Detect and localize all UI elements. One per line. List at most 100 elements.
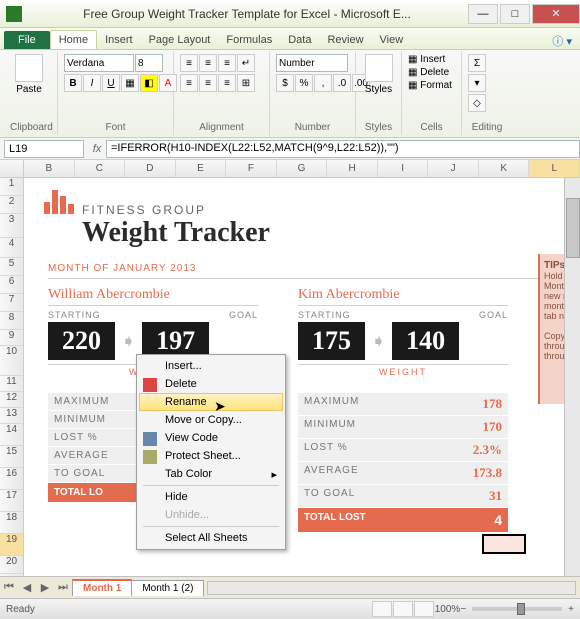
row-header[interactable]: 8 bbox=[0, 312, 23, 330]
row-header[interactable]: 2 bbox=[0, 196, 23, 214]
cells-insert-button[interactable]: ▦ Insert bbox=[408, 54, 445, 65]
border-button[interactable]: ▦ bbox=[121, 74, 139, 92]
sheet-tab[interactable]: Month 1 bbox=[72, 579, 132, 596]
cells-delete-button[interactable]: ▦ Delete bbox=[408, 67, 449, 78]
row-header[interactable]: 9 bbox=[0, 330, 23, 346]
styles-button[interactable]: Styles bbox=[362, 54, 395, 95]
selected-cell[interactable] bbox=[482, 534, 526, 554]
underline-button[interactable]: U bbox=[102, 74, 120, 92]
row-header[interactable]: 12 bbox=[0, 392, 23, 408]
minimize-button[interactable]: — bbox=[468, 4, 498, 24]
zoom-value[interactable]: 100% bbox=[435, 604, 461, 615]
slider-thumb[interactable] bbox=[517, 603, 525, 615]
row-header[interactable]: 15 bbox=[0, 446, 23, 468]
percent-button[interactable]: % bbox=[295, 74, 313, 92]
maximize-button[interactable]: □ bbox=[500, 4, 530, 24]
zoom-out-button[interactable]: − bbox=[460, 604, 466, 615]
row-header[interactable]: 6 bbox=[0, 276, 23, 294]
align-bot-button[interactable]: ≡ bbox=[218, 54, 236, 72]
align-left-button[interactable]: ≡ bbox=[180, 74, 198, 92]
tab-review[interactable]: Review bbox=[319, 31, 371, 49]
page-layout-view-button[interactable] bbox=[393, 601, 413, 617]
row-header[interactable]: 20 bbox=[0, 556, 23, 574]
row-header[interactable]: 4 bbox=[0, 238, 23, 258]
row-header[interactable]: 18 bbox=[0, 512, 23, 534]
inc-decimal-button[interactable]: .0 bbox=[333, 74, 351, 92]
name-box[interactable] bbox=[4, 140, 84, 158]
row-header[interactable]: 5 bbox=[0, 258, 23, 276]
row-header[interactable]: 10 bbox=[0, 346, 23, 376]
zoom-slider[interactable] bbox=[472, 607, 562, 611]
align-right-button[interactable]: ≡ bbox=[218, 74, 236, 92]
col-header[interactable]: J bbox=[428, 160, 479, 177]
comma-button[interactable]: , bbox=[314, 74, 332, 92]
col-header[interactable]: D bbox=[125, 160, 176, 177]
page-break-view-button[interactable] bbox=[414, 601, 434, 617]
tab-nav-next[interactable]: ▶ bbox=[36, 579, 54, 597]
ctx-delete[interactable]: Delete bbox=[139, 375, 283, 393]
wrap-button[interactable]: ↵ bbox=[237, 54, 255, 72]
tab-view[interactable]: View bbox=[372, 31, 412, 49]
ctx-select-all[interactable]: Select All Sheets bbox=[139, 529, 283, 547]
col-header[interactable]: E bbox=[176, 160, 227, 177]
tab-insert[interactable]: Insert bbox=[97, 31, 141, 49]
row-header[interactable]: 3 bbox=[0, 214, 23, 238]
fx-icon[interactable]: fx bbox=[88, 143, 106, 155]
currency-button[interactable]: $ bbox=[276, 74, 294, 92]
row-header[interactable]: 16 bbox=[0, 468, 23, 490]
col-header[interactable]: F bbox=[226, 160, 277, 177]
tab-nav-prev[interactable]: ◀ bbox=[18, 579, 36, 597]
col-header[interactable]: I bbox=[378, 160, 429, 177]
row-header[interactable]: 7 bbox=[0, 294, 23, 312]
font-size-select[interactable] bbox=[135, 54, 163, 72]
bold-button[interactable]: B bbox=[64, 74, 82, 92]
ctx-rename[interactable]: Rename bbox=[139, 393, 283, 411]
zoom-in-button[interactable]: + bbox=[568, 604, 574, 615]
cells-format-button[interactable]: ▦ Format bbox=[408, 80, 452, 91]
normal-view-button[interactable] bbox=[372, 601, 392, 617]
vertical-scrollbar[interactable] bbox=[564, 178, 580, 576]
row-header[interactable]: 14 bbox=[0, 424, 23, 446]
tab-nav-first[interactable]: ⏮ bbox=[0, 579, 18, 597]
autosum-button[interactable]: Σ bbox=[468, 54, 486, 72]
paste-button[interactable]: Paste bbox=[10, 54, 48, 95]
col-header[interactable]: L bbox=[529, 160, 580, 177]
scrollbar-thumb[interactable] bbox=[566, 198, 580, 258]
align-mid-button[interactable]: ≡ bbox=[199, 54, 217, 72]
sheet-content[interactable]: FITNESS GROUP Weight Tracker MONTH OF JA… bbox=[24, 178, 580, 576]
tab-formulas[interactable]: Formulas bbox=[218, 31, 280, 49]
col-header[interactable]: H bbox=[327, 160, 378, 177]
italic-button[interactable]: I bbox=[83, 74, 101, 92]
row-header[interactable]: 13 bbox=[0, 408, 23, 424]
formula-input[interactable]: =IFERROR(H10-INDEX(L22:L52,MATCH(9^9,L22… bbox=[106, 140, 580, 158]
ctx-insert[interactable]: Insert... bbox=[139, 357, 283, 375]
fill-button[interactable]: ▾ bbox=[468, 74, 486, 92]
col-header[interactable]: B bbox=[24, 160, 75, 177]
horizontal-scrollbar[interactable] bbox=[207, 581, 576, 595]
select-all-corner[interactable] bbox=[0, 160, 24, 177]
merge-button[interactable]: ⊞ bbox=[237, 74, 255, 92]
align-center-button[interactable]: ≡ bbox=[199, 74, 217, 92]
row-header[interactable]: 11 bbox=[0, 376, 23, 392]
tab-page-layout[interactable]: Page Layout bbox=[141, 31, 219, 49]
sheet-tab[interactable]: Month 1 (2) bbox=[131, 580, 204, 596]
col-header[interactable]: G bbox=[277, 160, 328, 177]
file-tab[interactable]: File bbox=[4, 31, 50, 49]
clear-button[interactable]: ◇ bbox=[468, 94, 486, 112]
ctx-move-copy[interactable]: Move or Copy... bbox=[139, 411, 283, 429]
ctx-tab-color[interactable]: Tab Color▸ bbox=[139, 465, 283, 483]
close-button[interactable]: ✕ bbox=[532, 4, 580, 24]
tab-data[interactable]: Data bbox=[280, 31, 319, 49]
ctx-hide[interactable]: Hide bbox=[139, 488, 283, 506]
ctx-protect[interactable]: Protect Sheet... bbox=[139, 447, 283, 465]
col-header[interactable]: K bbox=[479, 160, 530, 177]
row-header[interactable]: 19 bbox=[0, 534, 23, 556]
tab-home[interactable]: Home bbox=[50, 30, 97, 49]
ctx-view-code[interactable]: View Code bbox=[139, 429, 283, 447]
align-top-button[interactable]: ≡ bbox=[180, 54, 198, 72]
tab-nav-last[interactable]: ⏭ bbox=[54, 579, 72, 597]
number-format-select[interactable] bbox=[276, 54, 348, 72]
help-icon[interactable]: ⓘ ▾ bbox=[552, 33, 572, 49]
row-header[interactable]: 1 bbox=[0, 178, 23, 196]
fill-color-button[interactable]: ◧ bbox=[140, 74, 158, 92]
